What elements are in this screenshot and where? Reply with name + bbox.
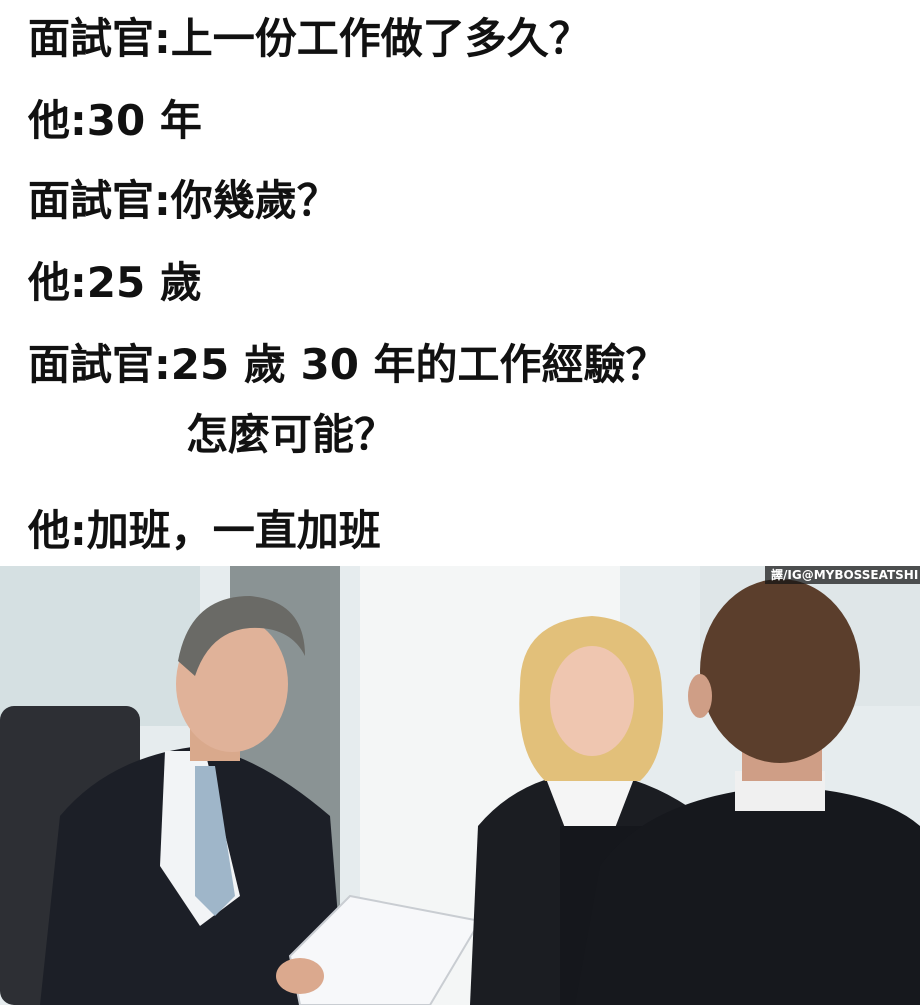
dialogue-line-3: 面試官:你幾歲？ [28, 176, 339, 226]
dialogue-line-1: 面試官:上一份工作做了多久？ [28, 14, 591, 64]
dialogue-line-6: 怎麼可能？ [186, 410, 396, 460]
dialogue-line-7: 他:加班，一直加班 [28, 506, 381, 556]
line-text: 怎麼可能？ [186, 410, 397, 459]
interview-scene-illustration [0, 566, 920, 1005]
dialogue-line-5: 面試官:25 歲 30 年的工作經驗？ [28, 340, 668, 390]
window-left [0, 566, 200, 726]
speaker-label: 他: [28, 258, 87, 307]
candidate-ear [688, 674, 712, 718]
interview-photo: 譯/IG@MYBOSSEATSHI [0, 566, 920, 1005]
woman-face [550, 646, 634, 756]
line-text: 30 年 [86, 96, 202, 145]
speaker-label: 他: [28, 506, 87, 555]
speaker-label: 面試官: [28, 340, 171, 389]
speaker-label: 面試官: [28, 176, 171, 225]
watermark-credit: 譯/IG@MYBOSSEATSHI [765, 566, 920, 584]
dialogue-text-block: 面試官:上一份工作做了多久？ 他:30 年 面試官:你幾歲？ 他:25 歲 面試… [0, 0, 920, 566]
speaker-label: 面試官: [28, 14, 171, 63]
candidate-hair [700, 579, 860, 763]
line-text: 加班，一直加班 [86, 506, 381, 555]
speaker-label: 他: [28, 96, 87, 145]
line-text: 你幾歲？ [170, 176, 339, 225]
line-text: 25 歲 [86, 258, 202, 307]
dialogue-line-2: 他:30 年 [28, 96, 202, 146]
line-text: 25 歲 30 年的工作經驗？ [170, 340, 668, 389]
man-left-hand [276, 958, 324, 994]
line-text: 上一份工作做了多久？ [170, 14, 591, 63]
dialogue-line-4: 他:25 歲 [28, 258, 202, 308]
